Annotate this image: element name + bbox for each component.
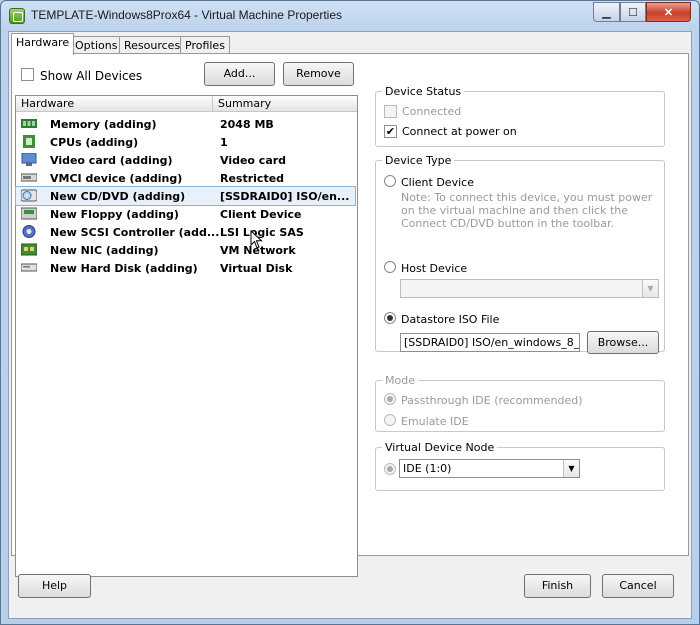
table-row[interactable]: Video card (adding) Video card [16,151,355,169]
hardware-name: VMCI device (adding) [50,172,183,185]
hardware-name: New Hard Disk (adding) [50,262,198,275]
table-row[interactable]: New CD/DVD (adding) [SSDRAID0] ISO/en... [15,186,356,206]
vmci-device-icon [21,173,37,182]
hardware-name: New NIC (adding) [50,244,159,257]
table-row[interactable]: New SCSI Controller (add... LSI Logic SA… [16,223,355,241]
show-all-devices-label: Show All Devices [40,69,143,83]
hardware-summary: VM Network [220,244,296,257]
iso-path-field[interactable]: [SSDRAID0] ISO/en_windows_8_pro_ [400,333,580,352]
hardware-summary: Restricted [220,172,285,185]
mode-group: Mode Passthrough IDE (recommended) Emula… [375,374,665,432]
hardware-name: Memory (adding) [50,118,157,131]
hardware-summary: [SSDRAID0] ISO/en... [220,190,350,203]
datastore-iso-label: Datastore ISO File [401,313,500,326]
virtual-device-node-dropdown[interactable]: IDE (1:0) ▼ [399,459,580,478]
host-device-radio[interactable] [384,261,396,273]
virtual-device-node-legend: Virtual Device Node [382,441,498,454]
table-row[interactable]: CPUs (adding) 1 [16,133,355,151]
virtual-device-node-value: IDE (1:0) [403,462,452,475]
cpu-icon [23,135,35,148]
passthrough-ide-label: Passthrough IDE (recommended) [401,394,583,407]
device-type-legend: Device Type [382,154,455,167]
client-device-radio[interactable] [384,175,396,187]
hardware-name: New Floppy (adding) [50,208,179,221]
table-row[interactable]: New Floppy (adding) Client Device [16,205,355,223]
finish-button[interactable]: Finish [524,574,591,598]
datastore-iso-radio[interactable] [384,312,396,324]
chevron-down-icon: ▼ [563,460,579,477]
hardware-name: New CD/DVD (adding) [50,190,186,203]
maximize-button[interactable]: ☐ [620,2,646,22]
hardware-name: New SCSI Controller (add... [50,226,220,239]
window-title: TEMPLATE-Windows8Prox64 - Virtual Machin… [31,8,343,22]
floppy-icon [21,207,37,220]
hardware-summary: Virtual Disk [220,262,293,275]
emulate-ide-radio[interactable] [384,414,396,426]
connected-label: Connected [402,105,462,118]
virtual-device-node-radio [384,463,396,475]
mode-legend: Mode [382,374,418,387]
column-header-hardware[interactable]: Hardware [16,96,213,112]
virtual-device-node-group: Virtual Device Node IDE (1:0) ▼ [375,441,665,491]
scsi-controller-icon [22,225,36,238]
hardware-summary: LSI Logic SAS [220,226,304,239]
table-row[interactable]: Memory (adding) 2048 MB [16,115,355,133]
cancel-button[interactable]: Cancel [602,574,674,598]
table-row[interactable]: VMCI device (adding) Restricted [16,169,355,187]
remove-button[interactable]: Remove [283,62,354,86]
device-status-legend: Device Status [382,85,465,98]
device-status-group: Device Status Connected ✔ Connect at pow… [375,85,665,147]
title-bar[interactable]: TEMPLATE-Windows8Prox64 - Virtual Machin… [1,1,699,31]
hardware-list-header: Hardware Summary [16,96,357,112]
passthrough-ide-radio[interactable] [384,393,396,405]
add-button[interactable]: Add... [204,62,275,86]
connect-at-power-on-checkbox[interactable]: ✔ [384,125,397,138]
tab-hardware[interactable]: Hardware [11,33,75,55]
browse-button[interactable]: Browse... [587,331,659,354]
show-all-devices-checkbox[interactable] [21,68,34,81]
table-row[interactable]: New NIC (adding) VM Network [16,241,355,259]
emulate-ide-label: Emulate IDE [401,415,469,428]
host-device-label: Host Device [401,262,468,275]
hardware-summary: Client Device [220,208,302,221]
video-card-icon [21,153,37,166]
device-type-group: Device Type Client Device Note: To conne… [375,154,665,354]
hardware-list: Hardware Summary Memory (adding) 2048 MB… [15,95,358,577]
help-button[interactable]: Help [18,574,91,598]
connect-at-power-on-label: Connect at power on [402,125,517,138]
hardware-name: Video card (adding) [50,154,173,167]
hard-disk-icon [21,263,37,272]
nic-icon [21,243,37,256]
cd-dvd-icon [21,189,37,202]
host-device-dropdown[interactable]: ▼ [400,279,659,298]
hardware-summary: 2048 MB [220,118,274,131]
close-button[interactable]: ✕ [646,2,691,22]
client-device-note: Note: To connect this device, you must p… [401,191,653,230]
mouse-cursor-icon [250,230,263,249]
client-device-label: Client Device [401,176,474,189]
hardware-name: CPUs (adding) [50,136,139,149]
memory-icon [21,119,37,128]
vm-properties-window: TEMPLATE-Windows8Prox64 - Virtual Machin… [0,0,700,625]
table-row[interactable]: New Hard Disk (adding) Virtual Disk [16,259,355,277]
dialog-client-area: Hardware Options Resources Profiles Show… [8,31,692,619]
connected-checkbox[interactable] [384,105,397,118]
vsphere-app-icon [9,8,25,24]
column-header-summary[interactable]: Summary [213,96,355,112]
chevron-down-icon: ▼ [642,280,658,297]
hardware-summary: 1 [220,136,228,149]
hardware-tab-panel: Show All Devices Add... Remove Hardware … [11,53,689,577]
hardware-summary: Video card [220,154,287,167]
minimize-button[interactable]: ▁ [593,2,620,22]
